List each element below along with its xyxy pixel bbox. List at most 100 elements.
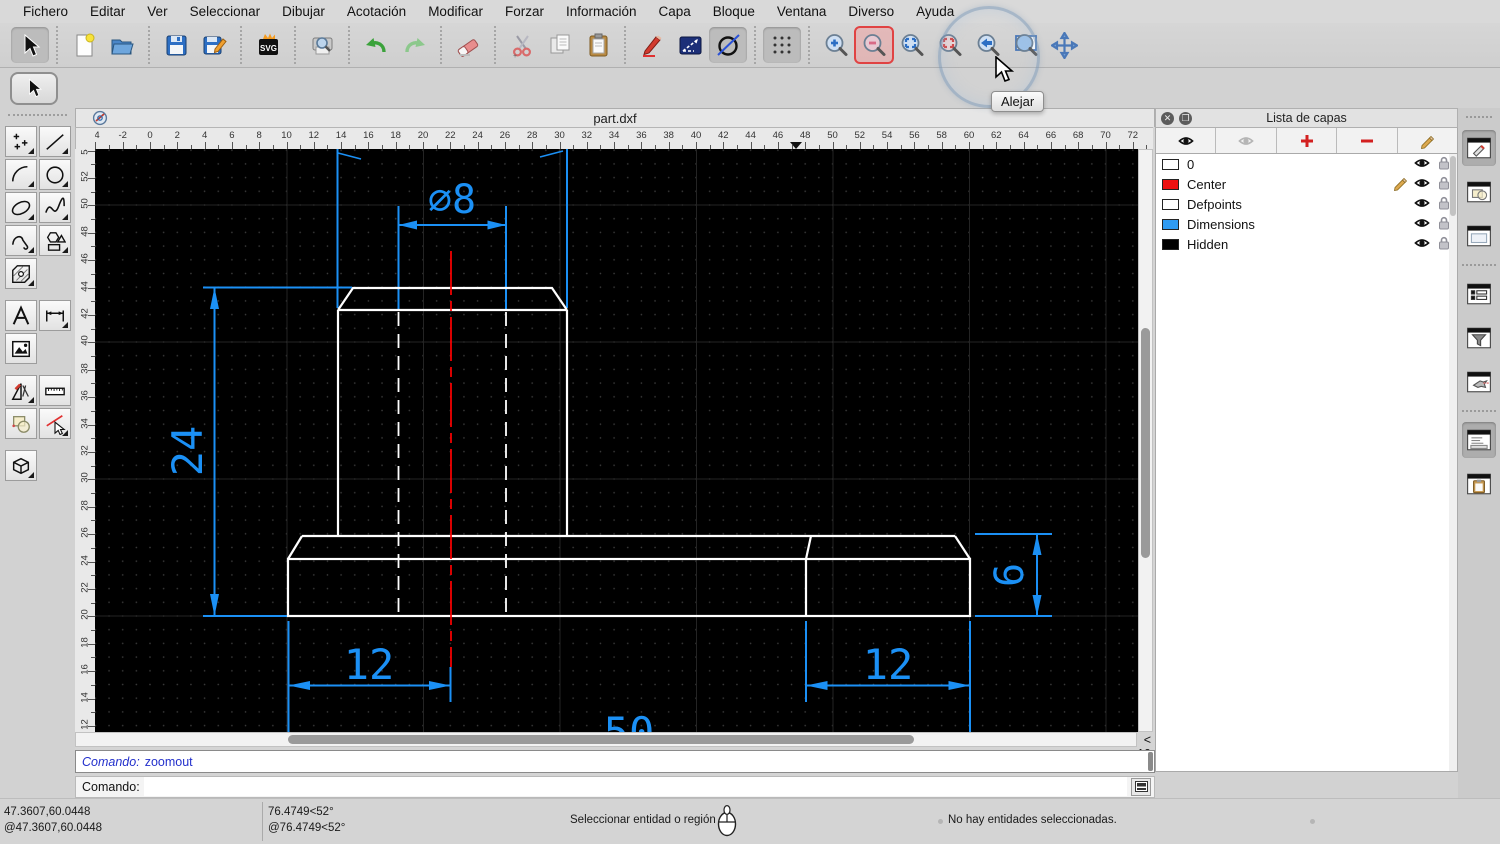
zoom-window-icon <box>1014 33 1037 56</box>
menu-item-capa[interactable]: Capa <box>648 4 702 19</box>
horizontal-scrollbar[interactable] <box>75 732 1138 748</box>
grid-toggle-button[interactable] <box>763 27 801 63</box>
pencil-window-toggle[interactable] <box>1462 130 1496 166</box>
librecad-window: Fichero Editar Ver Seleccionar Dibujar Acotac… <box>0 0 1500 844</box>
vertical-scrollbar[interactable] <box>1138 149 1153 733</box>
layer-list-window-toggle[interactable] <box>1462 276 1496 312</box>
draw-pen-button[interactable] <box>633 27 671 63</box>
zoom-previous-button[interactable] <box>931 27 969 63</box>
paste-icon <box>589 33 607 56</box>
menu-item-editar[interactable]: Editar <box>79 4 136 19</box>
layer-row-0[interactable]: 0 <box>1156 154 1457 174</box>
tool-text-button[interactable] <box>5 300 37 331</box>
open-file-button[interactable] <box>103 27 141 63</box>
edit-layer-button[interactable] <box>1398 128 1457 153</box>
select-arrow-button[interactable] <box>11 27 49 63</box>
paste-button[interactable] <box>579 27 617 63</box>
tool-dimension-button[interactable] <box>39 300 71 331</box>
tool-image-button[interactable] <box>5 333 37 364</box>
tool-select-delete-button[interactable] <box>39 408 71 439</box>
add-layer-button[interactable] <box>1277 128 1338 153</box>
dock-strip <box>1458 108 1500 798</box>
tool-spline-button[interactable] <box>39 192 71 223</box>
menu-item-ventana[interactable]: Ventana <box>766 4 838 19</box>
tool-polyline-button[interactable] <box>5 225 37 256</box>
undo-icon <box>365 37 386 52</box>
layer-visibility-icon[interactable] <box>1409 155 1431 174</box>
menu-item-fichero[interactable]: Fichero <box>12 4 79 19</box>
tool-line-button[interactable] <box>39 126 71 157</box>
command-input[interactable] <box>143 777 1127 797</box>
redo-button[interactable] <box>395 27 433 63</box>
delete-eraser-button[interactable] <box>449 27 487 63</box>
menu-item-forzar[interactable]: Forzar <box>494 4 555 19</box>
filter-window-toggle[interactable] <box>1462 320 1496 356</box>
save-button[interactable] <box>157 27 195 63</box>
layer-visibility-icon[interactable] <box>1409 195 1431 214</box>
selection-status: No hay entidades seleccionadas. <box>948 814 1117 826</box>
layer-visibility-icon[interactable] <box>1409 235 1431 254</box>
tool-arc-button[interactable] <box>5 159 37 190</box>
layer-row-dimensions[interactable]: Dimensions <box>1156 214 1457 234</box>
menu-item-ver[interactable]: Ver <box>136 4 178 19</box>
absolute-coordinates: 47.3607,60.0448 <box>4 806 91 818</box>
copy-button[interactable] <box>541 27 579 63</box>
measure-angle-button[interactable] <box>671 27 709 63</box>
undo-button[interactable] <box>357 27 395 63</box>
hide-all-layers-button[interactable] <box>1216 128 1277 153</box>
show-all-layers-button[interactable] <box>1156 128 1217 153</box>
close-icon[interactable]: ✕ <box>1161 111 1174 125</box>
layer-row-hidden[interactable]: Hidden <box>1156 234 1457 254</box>
tool-blocks-button[interactable] <box>5 408 37 439</box>
menu-item-diverso[interactable]: Diverso <box>837 4 905 19</box>
drawing-canvas[interactable]: ⌀8 24 6 12 12 50 <box>95 149 1138 733</box>
zoom-pan-button[interactable] <box>1045 27 1083 63</box>
save-as-button[interactable] <box>195 27 233 63</box>
tool-box3d-button[interactable] <box>5 450 37 481</box>
tool-polygon-button[interactable] <box>39 225 71 256</box>
tool-ellipse-button[interactable] <box>5 192 37 223</box>
clipboard-window-toggle[interactable] <box>1462 466 1496 502</box>
svg-export-button[interactable]: SVG <box>249 27 287 63</box>
layer-row-center[interactable]: Center <box>1156 174 1457 194</box>
zoom-auto-button[interactable] <box>893 27 931 63</box>
menu-item-acotacion[interactable]: Acotación <box>336 4 417 19</box>
zoom-back-icon <box>977 33 999 56</box>
zoom-previous-icon <box>939 33 961 56</box>
tool-measure-button[interactable] <box>39 375 71 406</box>
command-history-scrollbar[interactable] <box>1148 752 1153 771</box>
select-tool-button[interactable] <box>10 71 58 105</box>
tool-window-toggle[interactable] <box>1462 364 1496 400</box>
zoom-out-button[interactable] <box>854 26 894 64</box>
library-window-toggle[interactable] <box>1462 218 1496 254</box>
menu-item-dibujar[interactable]: Dibujar <box>271 4 336 19</box>
command-window-toggle[interactable] <box>1462 422 1496 458</box>
float-icon[interactable]: ❐ <box>1179 111 1192 125</box>
cut-button[interactable]: + <box>503 27 541 63</box>
tool-hatch-button[interactable] <box>5 258 37 289</box>
layer-row-defpoints[interactable]: Defpoints <box>1156 194 1457 214</box>
layer-list-scrollbar[interactable] <box>1449 154 1457 771</box>
print-preview-button[interactable] <box>303 27 341 63</box>
keyboard-icon[interactable] <box>1131 777 1151 796</box>
construction-lines-button[interactable] <box>709 27 747 63</box>
blocks-window-toggle[interactable] <box>1462 174 1496 210</box>
tool-circle-button[interactable] <box>39 159 71 190</box>
tool-drafting-button[interactable] <box>5 375 37 406</box>
layer-visibility-icon[interactable] <box>1409 215 1431 234</box>
zoom-in-button[interactable] <box>817 27 855 63</box>
command-line: Comando: <box>75 775 1155 798</box>
tool-points-button[interactable] <box>5 126 37 157</box>
layer-visibility-icon[interactable] <box>1409 175 1431 194</box>
menu-item-modificar[interactable]: Modificar <box>417 4 494 19</box>
layer-color-swatch <box>1162 218 1179 230</box>
open-file-icon <box>110 39 134 54</box>
menu-item-bloque[interactable]: Bloque <box>702 4 766 19</box>
menu-item-informacion[interactable]: Información <box>555 4 648 19</box>
menu-item-seleccionar[interactable]: Seleccionar <box>179 4 272 19</box>
remove-layer-button[interactable] <box>1337 128 1398 153</box>
polar-coordinates: 76.4749<52° <box>268 806 334 818</box>
menu-item-ayuda[interactable]: Ayuda <box>905 4 965 19</box>
new-document-icon <box>76 33 94 56</box>
new-document-button[interactable] <box>65 27 103 63</box>
